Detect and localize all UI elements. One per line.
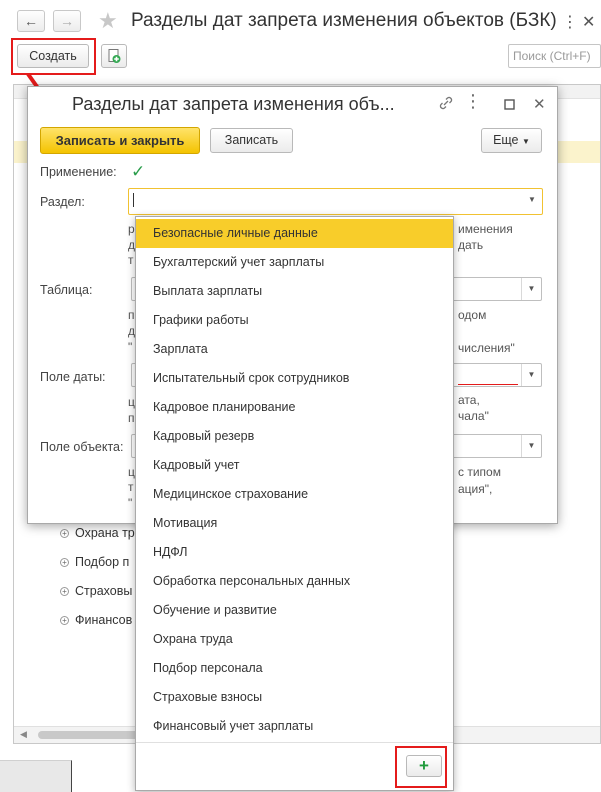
favorite-star-icon[interactable]: ★ — [98, 8, 118, 34]
usage-checkbox[interactable]: ✓ — [131, 163, 148, 180]
arrow-left-icon: ← — [24, 13, 38, 29]
hint-text: ация", — [458, 482, 493, 496]
list-item[interactable]: + Охрана тр — [60, 526, 135, 540]
hint-text: чала" — [458, 409, 489, 423]
maximize-icon[interactable] — [504, 99, 516, 111]
hint-text: т — [128, 253, 134, 267]
object-field-label: Поле объекта: — [40, 440, 124, 454]
hint-text: т — [128, 480, 134, 494]
copy-button[interactable] — [101, 44, 127, 68]
chevron-down-icon[interactable]: ▼ — [522, 189, 542, 214]
dropdown-item[interactable]: Охрана труда — [136, 625, 453, 654]
text-cursor — [133, 193, 134, 207]
close-icon[interactable]: ✕ — [582, 12, 595, 32]
page-title: Разделы дат запрета изменения объектов (… — [131, 10, 557, 31]
dropdown-item[interactable]: Бухгалтерский учет зарплаты — [136, 248, 453, 277]
chevron-down-icon: ▼ — [522, 137, 530, 146]
section-field[interactable]: ▼ — [128, 188, 543, 215]
dropdown-item[interactable]: Кадровое планирование — [136, 393, 453, 422]
hint-text: с типом — [458, 465, 501, 479]
list-item[interactable]: + Финансов — [60, 613, 132, 627]
search-input[interactable]: Поиск (Ctrl+F) — [508, 44, 601, 68]
back-button[interactable]: ← — [17, 10, 45, 32]
hint-text: ц — [128, 395, 135, 409]
more-button[interactable]: Еще ▼ — [481, 128, 542, 153]
dropdown-item[interactable]: Кадровый учет — [136, 451, 453, 480]
hint-text: одом — [458, 308, 487, 322]
highlight-frame — [11, 38, 96, 75]
scrollbar-thumb[interactable] — [38, 731, 142, 739]
divider — [136, 742, 453, 743]
more-menu-icon[interactable]: ⋮ — [464, 91, 482, 112]
hint-text: дать — [458, 238, 484, 252]
table-label: Таблица: — [40, 283, 93, 297]
dropdown-item[interactable]: Страховые взносы — [136, 683, 453, 712]
copy-document-icon — [108, 49, 121, 63]
dropdown-item[interactable]: Мотивация — [136, 509, 453, 538]
section-label: Раздел: — [40, 195, 85, 209]
chevron-down-icon[interactable]: ▼ — [521, 278, 541, 300]
highlight-frame — [395, 746, 447, 788]
usage-label: Применение: — [40, 165, 117, 179]
dropdown-item[interactable]: Обработка персональных данных — [136, 567, 453, 596]
dropdown-item[interactable]: Медицинское страхование — [136, 480, 453, 509]
scroll-left-icon[interactable]: ◀ — [20, 729, 27, 740]
hint-text: п — [128, 411, 135, 425]
expand-icon[interactable]: + — [60, 529, 69, 538]
dialog-title: Разделы дат запрета изменения объ... — [72, 94, 395, 114]
hint-text: ата, — [458, 393, 480, 407]
dropdown-item[interactable]: Зарплата — [136, 335, 453, 364]
section-dropdown-list[interactable]: Безопасные личные данные Бухгалтерский у… — [135, 216, 454, 791]
close-icon[interactable]: ✕ — [533, 95, 546, 113]
hint-text: ц — [128, 465, 135, 479]
hint-text: р — [128, 222, 135, 236]
forward-button[interactable]: → — [53, 10, 81, 32]
hint-text: " — [128, 496, 133, 510]
dropdown-item[interactable]: НДФЛ — [136, 538, 453, 567]
dropdown-item[interactable]: Кадровый резерв — [136, 422, 453, 451]
hint-text: числения" — [458, 341, 515, 355]
dropdown-item[interactable]: Испытательный срок сотрудников — [136, 364, 453, 393]
hint-text: " — [128, 340, 133, 354]
chevron-down-icon[interactable]: ▼ — [521, 364, 541, 386]
hint-text: д — [128, 238, 136, 252]
taskbar-area — [0, 760, 72, 792]
expand-icon[interactable]: + — [60, 587, 69, 596]
dropdown-item[interactable]: Безопасные личные данные — [136, 219, 453, 248]
arrow-right-icon: → — [60, 13, 74, 29]
hint-text: именения — [458, 222, 513, 236]
date-field-label: Поле даты: — [40, 370, 106, 384]
expand-icon[interactable]: + — [60, 616, 69, 625]
dropdown-item[interactable]: Обучение и развитие — [136, 596, 453, 625]
list-item[interactable]: + Страховы — [60, 584, 132, 598]
save-button[interactable]: Записать — [210, 128, 293, 153]
dropdown-item[interactable]: Выплата зарплаты — [136, 277, 453, 306]
list-item[interactable]: + Подбор п — [60, 555, 129, 569]
chevron-down-icon[interactable]: ▼ — [521, 435, 541, 457]
save-and-close-button[interactable]: Записать и закрыть — [40, 127, 200, 154]
error-underline — [458, 384, 518, 385]
hint-text: д — [128, 324, 136, 338]
hint-text: п — [128, 308, 135, 322]
link-icon[interactable] — [438, 95, 454, 111]
dropdown-item[interactable]: Финансовый учет зарплаты — [136, 712, 453, 741]
dropdown-item[interactable]: Графики работы — [136, 306, 453, 335]
expand-icon[interactable]: + — [60, 558, 69, 567]
more-menu-icon[interactable]: ⋮ — [562, 12, 578, 32]
dropdown-item[interactable]: Подбор персонала — [136, 654, 453, 683]
